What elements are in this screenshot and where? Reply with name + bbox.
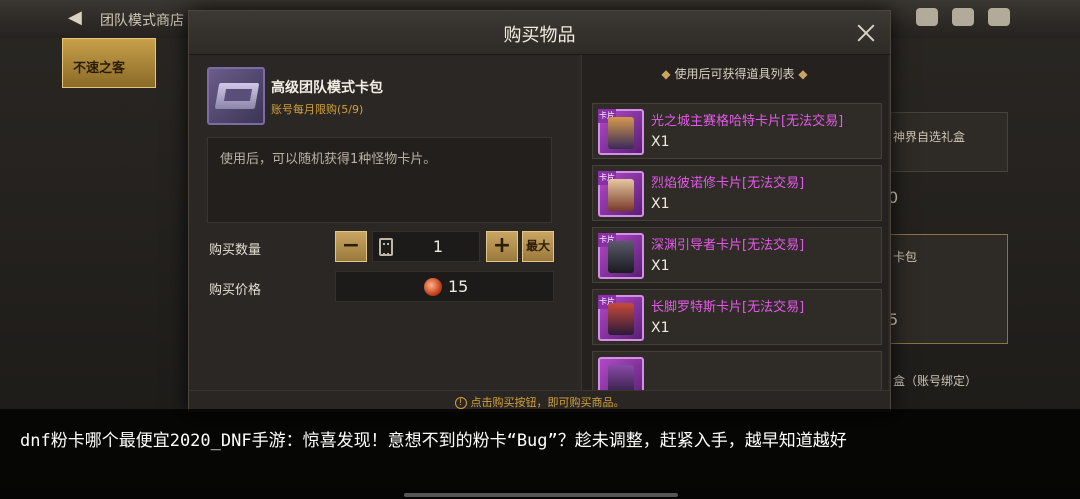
- top-icons: [916, 8, 1010, 26]
- list-item[interactable]: 卡片 光之城主赛格哈特卡片[无法交易] X1: [592, 103, 882, 159]
- reward-list-pane[interactable]: ◆ 使用后可获得道具列表 ◆ 卡片 光之城主赛格哈特卡片[无法交易] X1 卡片…: [581, 55, 888, 390]
- diamond-icon: ◆: [661, 67, 671, 81]
- shop-title: 团队模式商店: [100, 13, 184, 29]
- reward-list-title-text: 使用后可获得道具列表: [674, 67, 795, 81]
- reward-quantity: X1: [651, 196, 670, 212]
- back-arrow-icon[interactable]: ◀: [68, 8, 90, 28]
- dialog-title: 购买物品: [503, 25, 576, 46]
- price-label: 购买价格: [209, 283, 262, 298]
- monster-card-icon: 卡片: [598, 171, 644, 217]
- monster-card-icon: [598, 357, 644, 390]
- home-indicator[interactable]: [404, 493, 678, 497]
- item-name: 高级团队模式卡包: [271, 80, 383, 96]
- chat-icon[interactable]: [988, 8, 1010, 26]
- monster-card-icon: 卡片: [598, 109, 644, 155]
- item-description-box: 使用后，可以随机获得1种怪物卡片。: [207, 137, 552, 223]
- list-item[interactable]: 卡片 长脚罗特斯卡片[无法交易] X1: [592, 289, 882, 345]
- background-card-1-label: 神界自选礼盒: [893, 130, 966, 144]
- currency-icon: [424, 278, 442, 296]
- list-item[interactable]: 卡片 深渊引导者卡片[无法交易] X1: [592, 227, 882, 283]
- background-card-3-label: 盒（账号绑定）: [893, 374, 978, 388]
- dialog-header: 购买物品: [189, 11, 890, 55]
- purchase-dialog: 购买物品 高级团队模式卡包 账号每月限购(5/9) 使用后，可以随机获得1种怪物…: [188, 10, 891, 412]
- caption-overlay: dnf粉卡哪个最便宜2020_DNF手游：惊喜发现！意想不到的粉卡“Bug”？趁…: [0, 409, 1080, 499]
- max-quantity-button[interactable]: 最大: [522, 231, 554, 262]
- price-value: 15: [448, 277, 469, 296]
- quantity-value: 1: [432, 237, 444, 256]
- item-description: 使用后，可以随机获得1种怪物卡片。: [220, 152, 437, 167]
- quantity-label: 购买数量: [209, 243, 262, 258]
- footer-hint: ! 点击购买按钮，即可购买商品。: [189, 394, 890, 410]
- quantity-input[interactable]: 1: [372, 231, 480, 262]
- increase-quantity-button[interactable]: +: [486, 231, 518, 262]
- reward-name: 深渊引导者卡片[无法交易]: [651, 238, 805, 253]
- warning-icon: !: [454, 397, 467, 409]
- item-detail-pane: 高级团队模式卡包 账号每月限购(5/9) 使用后，可以随机获得1种怪物卡片。 购…: [189, 55, 577, 390]
- price-display: 15: [335, 271, 554, 302]
- card-pack-icon: [207, 67, 265, 125]
- monster-card-icon: 卡片: [598, 233, 644, 279]
- caption-text: dnf粉卡哪个最便宜2020_DNF手游：惊喜发现！意想不到的粉卡“Bug”？趁…: [20, 431, 847, 451]
- reward-name: 长脚罗特斯卡片[无法交易]: [651, 300, 805, 315]
- reward-list-title: ◆ 使用后可获得道具列表 ◆: [582, 65, 887, 82]
- reward-quantity: X1: [651, 320, 670, 336]
- background-card-2-label: 卡包: [893, 250, 918, 264]
- purchase-limit: 账号每月限购(5/9): [271, 103, 364, 116]
- diamond-icon: ◆: [798, 67, 808, 81]
- calculator-icon[interactable]: [379, 238, 393, 256]
- monster-card-icon: 卡片: [598, 295, 644, 341]
- footer-hint-text: 点击购买按钮，即可购买商品。: [470, 396, 625, 409]
- close-icon[interactable]: [854, 21, 878, 45]
- reward-name: 烈焰彼诺修卡片[无法交易]: [651, 176, 805, 191]
- decrease-quantity-button[interactable]: −: [335, 231, 367, 262]
- reward-quantity: X1: [651, 134, 670, 150]
- list-item[interactable]: 卡片 烈焰彼诺修卡片[无法交易] X1: [592, 165, 882, 221]
- reward-name: 光之城主赛格哈特卡片[无法交易]: [651, 114, 844, 129]
- shop-tab[interactable]: 不速之客: [62, 38, 156, 88]
- bag-icon[interactable]: [916, 8, 938, 26]
- list-item[interactable]: [592, 351, 882, 390]
- mail-icon[interactable]: [952, 8, 974, 26]
- reward-quantity: X1: [651, 258, 670, 274]
